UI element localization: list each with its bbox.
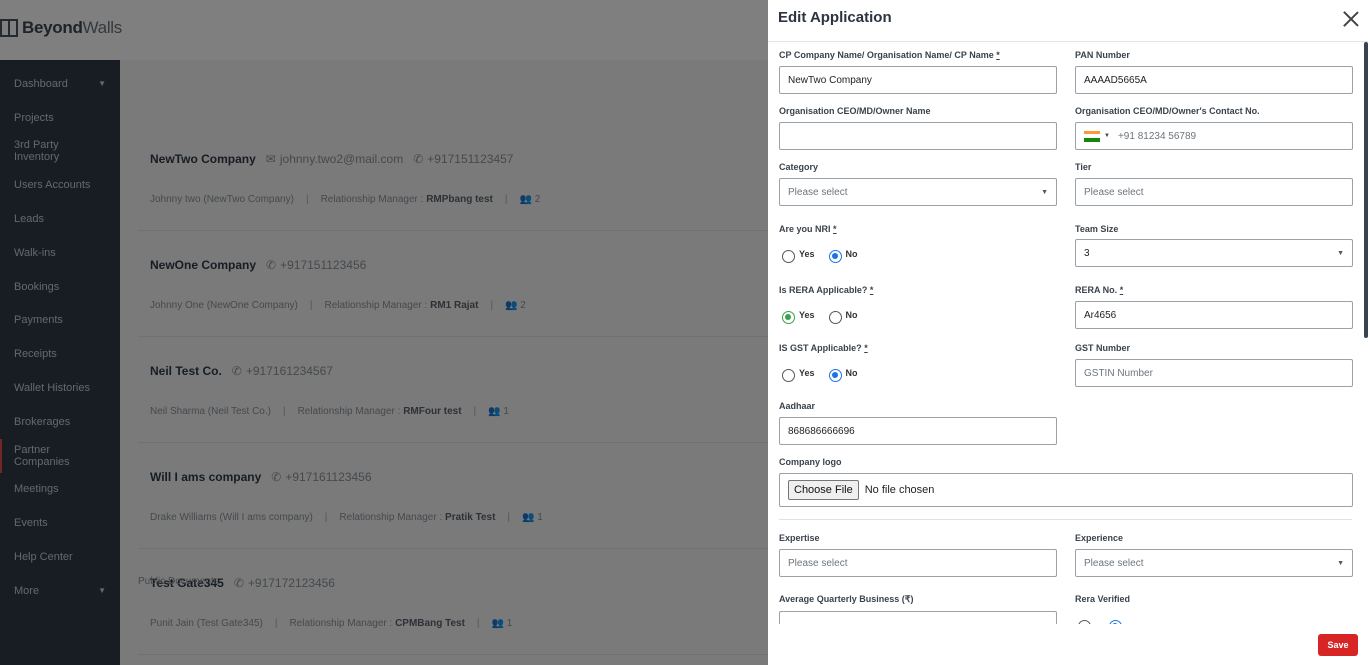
chevron-down-icon: ▼	[1337, 249, 1344, 257]
rera-no-input[interactable]	[1075, 301, 1353, 329]
ceo-contact-field[interactable]: ▼ +91 81234 56789	[1075, 122, 1353, 150]
nri-yes-label: Yes	[799, 249, 815, 259]
gst-number-input[interactable]	[1075, 359, 1353, 387]
pan-label: PAN Number	[1075, 50, 1130, 60]
gst-no-label: No	[845, 368, 858, 378]
rera-verified-no-radio[interactable]	[1109, 620, 1122, 624]
aadhaar-input[interactable]	[779, 417, 1057, 445]
category-label: Category	[779, 162, 819, 172]
section-divider	[779, 519, 1352, 520]
rera-yes-radio[interactable]	[782, 311, 795, 324]
rera-verified-yes-radio[interactable]	[1078, 620, 1091, 624]
avg-business-label: Average Quarterly Business (₹)	[779, 594, 914, 604]
rera-no-radio[interactable]	[828, 311, 842, 324]
aadhaar-label: Aadhaar	[779, 401, 816, 411]
ceo-name-input[interactable]	[779, 122, 1057, 150]
cp-name-label: CP Company Name/ Organisation Name/ CP N…	[779, 50, 1000, 60]
tier-input[interactable]	[1075, 178, 1353, 206]
gst-no-radio[interactable]	[828, 369, 842, 382]
cp-name-input[interactable]	[779, 66, 1057, 94]
experience-value: Please select	[1084, 557, 1144, 569]
pan-input[interactable]	[1075, 66, 1353, 94]
rera-no-label: No	[845, 310, 858, 320]
save-button[interactable]: Save	[1318, 634, 1358, 656]
edit-application-panel: Edit Application CP Company Name/ Organi…	[768, 0, 1368, 665]
chevron-down-icon[interactable]: ▼	[1104, 133, 1110, 139]
gst-yes-radio[interactable]	[782, 369, 795, 382]
nri-yes-radio[interactable]	[782, 250, 795, 263]
team-size-select[interactable]: 3 ▼	[1075, 239, 1353, 267]
company-logo-label: Company logo	[779, 457, 842, 467]
avg-business-input[interactable]	[779, 611, 1057, 624]
nri-no-radio[interactable]	[828, 250, 842, 263]
nri-label: Are you NRI *	[779, 224, 837, 234]
rera-label: Is RERA Applicable? *	[779, 285, 874, 295]
category-value: Please select	[788, 186, 848, 198]
rera-yes-label: Yes	[799, 310, 815, 320]
choose-file-button[interactable]: Choose File	[788, 480, 859, 500]
team-size-value: 3	[1084, 247, 1090, 259]
chevron-down-icon: ▼	[1041, 188, 1048, 196]
rera-no-label: RERA No. *	[1075, 285, 1124, 295]
rera-radio-group: Yes No	[782, 306, 868, 324]
india-flag-icon[interactable]	[1084, 130, 1100, 142]
ceo-name-label: Organisation CEO/MD/Owner Name	[779, 106, 931, 116]
company-logo-file-input[interactable]: Choose File No file chosen	[779, 473, 1353, 507]
ceo-contact-placeholder: +91 81234 56789	[1117, 130, 1197, 142]
rera-verified-label: Rera Verified	[1075, 594, 1131, 604]
category-select[interactable]: Please select ▼	[779, 178, 1057, 206]
gst-radio-group: Yes No	[782, 364, 868, 382]
panel-header: Edit Application	[768, 0, 1368, 42]
chevron-down-icon: ▼	[1337, 559, 1344, 567]
panel-title: Edit Application	[778, 9, 892, 26]
file-status: No file chosen	[864, 484, 935, 496]
expertise-label: Expertise	[779, 533, 820, 543]
gst-yes-label: Yes	[799, 368, 815, 378]
nri-no-label: No	[845, 249, 858, 259]
rera-verified-radio-group	[1078, 615, 1122, 624]
gst-number-label: GST Number	[1075, 343, 1131, 353]
nri-radio-group: Yes No	[782, 245, 868, 263]
tier-label: Tier	[1075, 162, 1092, 172]
experience-select[interactable]: Please select ▼	[1075, 549, 1353, 577]
gst-label: IS GST Applicable? *	[779, 343, 868, 353]
ceo-contact-label: Organisation CEO/MD/Owner's Contact No.	[1075, 106, 1260, 116]
experience-label: Experience	[1075, 533, 1124, 543]
scrollbar[interactable]	[1364, 42, 1368, 338]
form-scroll-area[interactable]: CP Company Name/ Organisation Name/ CP N…	[768, 42, 1368, 624]
close-icon[interactable]	[1342, 10, 1360, 28]
expertise-input[interactable]	[779, 549, 1057, 577]
team-size-label: Team Size	[1075, 224, 1119, 234]
